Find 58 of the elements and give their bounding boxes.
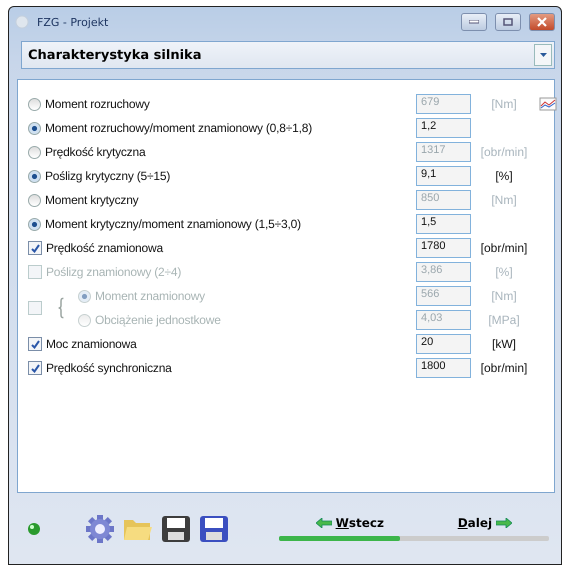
app-icon (15, 15, 29, 29)
arrow-right-icon (496, 518, 512, 528)
unit-label: [Nm] (490, 289, 518, 303)
unit-label: [%] (494, 169, 514, 183)
radio-button[interactable] (28, 98, 41, 110)
check-icon (30, 244, 40, 252)
checkbox[interactable] (28, 337, 42, 351)
radio-button[interactable] (28, 194, 41, 206)
check-icon (30, 340, 40, 348)
value-field[interactable]: 9,1 (416, 166, 471, 186)
close-button[interactable] (529, 13, 555, 31)
check-icon (30, 364, 40, 372)
maximize-button[interactable] (495, 13, 521, 31)
unit-label: [obr/min] (480, 145, 528, 159)
unit-label: [Nm] (490, 97, 518, 111)
option-label: Poślizg krytyczny (5÷15) (45, 169, 170, 183)
back-button[interactable]: Wstecz (316, 516, 384, 530)
save-as-icon[interactable] (198, 514, 229, 542)
option-label: Moment znamionowy (95, 289, 205, 303)
unit-label: [obr/min] (480, 361, 528, 375)
unit-label: [Nm] (490, 193, 518, 207)
unit-label: [obr/min] (480, 241, 528, 255)
close-icon (537, 17, 547, 27)
option-label: Prędkość krytyczna (45, 145, 146, 159)
radio-button[interactable] (28, 218, 41, 230)
unit-label: [%] (494, 265, 514, 279)
checkbox[interactable] (28, 361, 42, 375)
option-label: Moment rozruchowy/moment znamionowy (0,8÷1,8) (45, 121, 312, 135)
minimize-icon (469, 20, 479, 24)
minimize-button[interactable] (461, 13, 487, 31)
option-label: Prędkość synchroniczna (46, 361, 172, 375)
option-label: Poślizg znamionowy (2÷4) (46, 265, 182, 279)
radio-button[interactable] (28, 146, 41, 158)
value-field[interactable]: 1,2 (416, 118, 471, 138)
radio-button[interactable] (28, 170, 41, 182)
next-button[interactable]: Dalej (458, 516, 512, 530)
option-label: Moc znamionowa (46, 337, 137, 351)
section-dropdown[interactable]: Charakterystyka silnika (21, 41, 555, 69)
option-label: Moment krytyczny/moment znamionowy (1,5÷3,0) (45, 217, 301, 231)
chart-icon[interactable] (539, 97, 557, 111)
settings-icon[interactable] (84, 514, 115, 544)
unit-label: [MPa] (487, 313, 521, 327)
option-label: Moment krytyczny (45, 193, 138, 207)
option-label: Moment rozruchowy (45, 97, 150, 111)
value-field[interactable]: 1780 (416, 238, 471, 258)
caret-icon (540, 53, 546, 57)
value-field[interactable]: 1800 (416, 358, 471, 378)
option-label: Prędkość znamionowa (46, 241, 163, 255)
maximize-icon (503, 18, 513, 26)
value-field[interactable]: 20 (416, 334, 471, 354)
radio-button[interactable] (28, 122, 41, 134)
save-icon[interactable] (160, 514, 191, 542)
unit-label: [kW] (491, 337, 517, 351)
option-label: Obciążenie jednostkowe (95, 313, 221, 327)
window-title: FZG - Projekt (37, 16, 110, 28)
arrow-left-icon (316, 518, 332, 528)
value-field[interactable]: 1,5 (416, 214, 471, 234)
checkbox[interactable] (28, 241, 42, 255)
